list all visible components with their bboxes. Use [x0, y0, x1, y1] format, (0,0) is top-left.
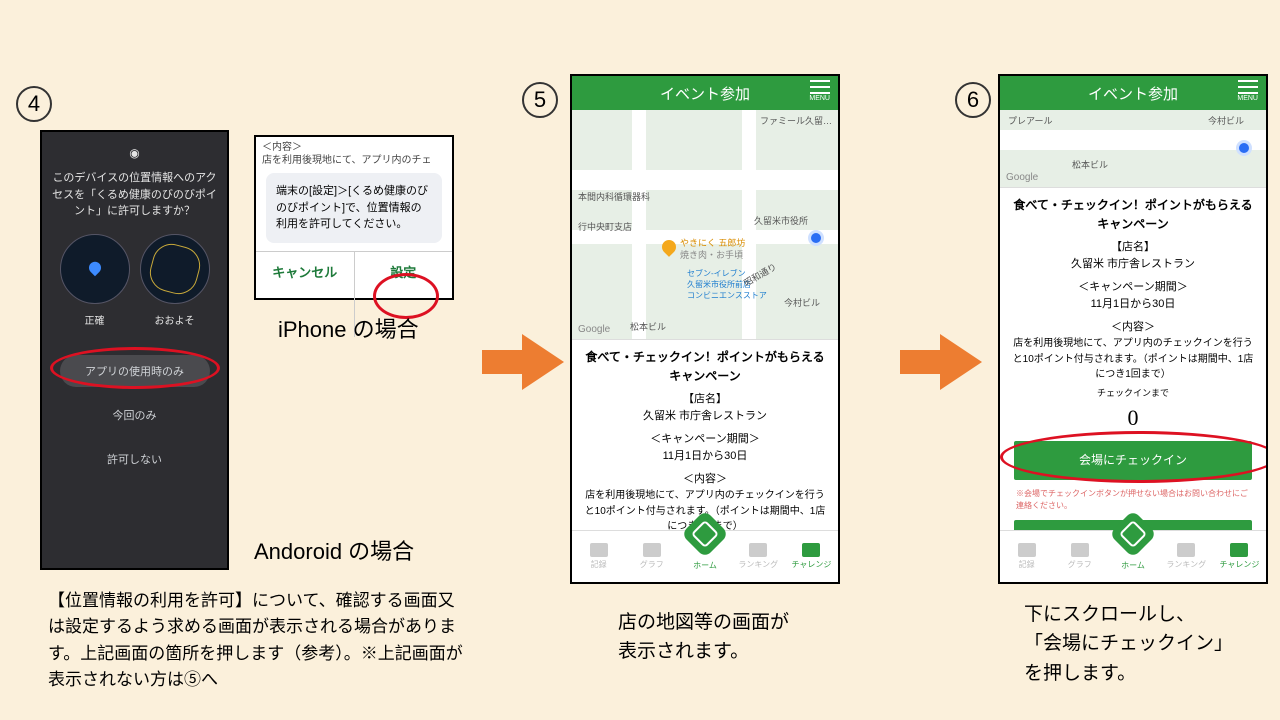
checkin-button[interactable]: 会場にチェックイン — [1014, 441, 1252, 480]
map-area[interactable]: ファミール久留… 本間内科循環器科 行中央町支店 久留米市役所 やきにく 五郎坊… — [572, 110, 838, 340]
content-label: ＜内容＞ — [582, 471, 828, 488]
pencil-icon — [590, 543, 608, 557]
allow-once-button[interactable]: 今回のみ — [60, 399, 210, 431]
map-poi: 焼き肉・お手頃 — [680, 248, 743, 261]
trophy-icon — [1230, 543, 1248, 557]
map-poi: 松本ビル — [1072, 158, 1108, 171]
map-poi: ファミール久留… — [760, 114, 832, 127]
android-case-label: Andoroid の場合 — [254, 534, 414, 566]
shop-name: 久留米 市庁舎レストラン — [1010, 256, 1256, 273]
step5-caption: 店の地図等の画面が 表示されます。 — [618, 608, 789, 667]
bottom-tabs: 記録 グラフ ホーム ランキング チャレンジ — [572, 530, 838, 582]
event-detail[interactable]: 食べて・チェックイン！ポイントがもらえるキャンペーン 【店名】 久留米 市庁舎レ… — [1000, 188, 1266, 530]
app-header: イベント参加 MENU — [1000, 76, 1266, 110]
tab-record[interactable]: 記録 — [572, 531, 625, 582]
allow-while-using-button[interactable]: アプリの使用時のみ — [60, 355, 210, 387]
checkin-note: ※会場でチェックインボタンが押せない場合はお問い合わせにご連絡ください。 — [1010, 486, 1256, 515]
map-poi: 今村ビル — [1208, 114, 1244, 127]
precise-map-icon[interactable] — [60, 234, 130, 304]
step6-caption: 下にスクロールし、 「会場にチェックイン」 を押します。 — [1024, 600, 1233, 688]
map-poi: 行中央町支店 — [578, 220, 632, 233]
period-value: 11月1日から30日 — [582, 448, 828, 465]
arrow-icon — [522, 334, 564, 390]
tab-challenge[interactable]: チャレンジ — [1213, 531, 1266, 582]
tab-home[interactable]: ホーム — [678, 531, 731, 582]
tab-challenge[interactable]: チャレンジ — [785, 531, 838, 582]
menu-button[interactable]: MENU — [1237, 80, 1258, 102]
current-location-icon — [1236, 140, 1252, 156]
shop-label: 【店名】 — [582, 391, 828, 408]
period-value: 11月1日から30日 — [1010, 296, 1256, 313]
tab-graph[interactable]: グラフ — [625, 531, 678, 582]
accuracy-options — [60, 234, 210, 304]
phone-screen-5: イベント参加 MENU ファミール久留… 本間内科循環器科 行中央町支店 久留米… — [570, 74, 840, 584]
map-poi: プレアール — [1008, 114, 1052, 127]
app-header: イベント参加 MENU — [572, 76, 838, 110]
tab-home[interactable]: ホーム — [1106, 531, 1159, 582]
tab-ranking[interactable]: ランキング — [1160, 531, 1213, 582]
campaign-title: 食べて・チェックイン！ポイントがもらえるキャンペーン — [1010, 196, 1256, 233]
map-poi: 松本ビル — [630, 320, 666, 333]
content-text: 店を利用後現地にて、アプリ内のチェックインを行うと10ポイント付与されます。（ポ… — [1010, 336, 1256, 383]
google-logo: Google — [578, 324, 610, 335]
google-logo: Google — [1006, 172, 1038, 183]
iphone-dialog-header: ＜内容＞ 店を利用後現地にて、アプリ内のチェ — [256, 137, 452, 167]
map-area[interactable]: プレアール 今村ビル 松本ビル Google — [1000, 110, 1266, 188]
arrow-icon — [940, 334, 982, 390]
tab-graph[interactable]: グラフ — [1053, 531, 1106, 582]
event-detail[interactable]: 食べて・チェックイン！ポイントがもらえるキャンペーン 【店名】 久留米 市庁舎レ… — [572, 340, 838, 530]
trophy-icon — [802, 543, 820, 557]
app-title: イベント参加 — [1088, 83, 1178, 104]
until-label: チェックインまで — [1010, 387, 1256, 401]
period-label: ＜キャンペーン期間＞ — [1010, 279, 1256, 296]
period-label: ＜キャンペーン期間＞ — [582, 431, 828, 448]
tab-ranking[interactable]: ランキング — [732, 531, 785, 582]
location-pin-icon: ◉ — [129, 146, 139, 160]
iphone-dialog-body: 端末の[設定]＞[くるめ健康のびのびポイント]で、位置情報の利用を許可してくださ… — [266, 173, 442, 243]
iphone-case-label: iPhone の場合 — [278, 312, 419, 344]
android-location-dialog: ◉ このデバイスの位置情報へのアクセスを「くるめ健康のびのびポイント」に許可しま… — [40, 130, 229, 570]
deny-button[interactable]: 許可しない — [60, 443, 210, 475]
crown-icon — [749, 543, 767, 557]
approx-label: おおよそ — [140, 312, 210, 327]
shop-name: 久留米 市庁舎レストラン — [582, 408, 828, 425]
menu-button[interactable]: MENU — [809, 80, 830, 102]
app-title: イベント参加 — [660, 83, 750, 104]
hamburger-icon — [1238, 80, 1258, 94]
map-poi: 久留米市役所 — [754, 214, 808, 227]
step-number-5: 5 — [522, 82, 558, 118]
map-poi: 本間内科循環器科 — [578, 190, 650, 203]
hamburger-icon — [810, 80, 830, 94]
shop-label: 【店名】 — [1010, 239, 1256, 256]
iphone-location-dialog: ＜内容＞ 店を利用後現地にて、アプリ内のチェ 端末の[設定]＞[くるめ健康のびの… — [254, 135, 454, 300]
tab-record[interactable]: 記録 — [1000, 531, 1053, 582]
approx-map-icon[interactable] — [140, 234, 210, 304]
step-number-4: 4 — [16, 86, 52, 122]
campaign-title: 食べて・チェックイン！ポイントがもらえるキャンペーン — [582, 348, 828, 385]
step4-caption: 【位置情報の利用を許可】について、確認する画面又は設定するよう求める画面が表示さ… — [48, 588, 468, 693]
graph-icon — [643, 543, 661, 557]
pencil-icon — [1018, 543, 1036, 557]
graph-icon — [1071, 543, 1089, 557]
precise-label: 正確 — [60, 312, 130, 327]
android-dialog-message: このデバイスの位置情報へのアクセスを「くるめ健康のびのびポイント」に許可しますか… — [52, 170, 217, 220]
crown-icon — [1177, 543, 1195, 557]
countdown-value: 0 — [1010, 401, 1256, 435]
content-label: ＜内容＞ — [1010, 319, 1256, 336]
bottom-tabs: 記録 グラフ ホーム ランキング チャレンジ — [1000, 530, 1266, 582]
phone-screen-6: イベント参加 MENU プレアール 今村ビル 松本ビル Google 食べて・チ… — [998, 74, 1268, 584]
map-poi: 今村ビル — [784, 296, 820, 309]
current-location-icon — [808, 230, 824, 246]
step-number-6: 6 — [955, 82, 991, 118]
